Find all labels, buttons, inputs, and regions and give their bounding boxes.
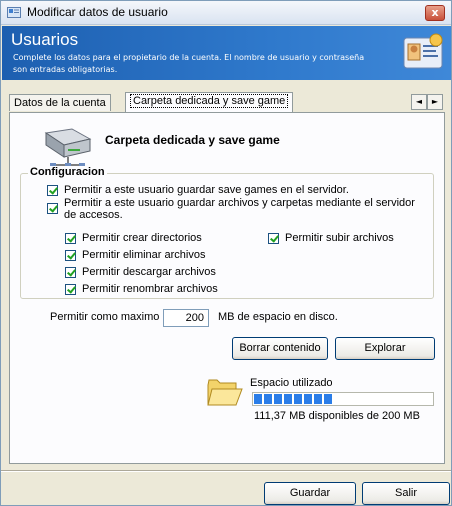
window-title: Modificar datos de usuario [27,5,168,19]
clear-content-button[interactable]: Borrar contenido [232,337,328,360]
title-bar: Modificar datos de usuario x [1,1,451,25]
checkbox-create-dirs-label: Permitir crear directorios [82,232,202,244]
tab-scroll-right-icon[interactable]: ► [427,94,443,110]
network-drive-icon [44,128,92,168]
dialog-window: Modificar datos de usuario x Usuarios Co… [0,0,452,506]
space-used-label: Espacio utilizado [250,377,333,389]
checkbox-save-games-label: Permitir a este usuario guardar save gam… [64,184,349,196]
checkbox-delete-files-label: Permitir eliminar archivos [82,249,206,261]
checkbox-upload-files-label: Permitir subir archivos [285,232,394,244]
checkbox-upload-files[interactable]: Permitir subir archivos [268,232,394,244]
checkbox-delete-files[interactable]: Permitir eliminar archivos [65,249,205,261]
checkbox-download-files[interactable]: Permitir descargar archivos [65,266,216,278]
checkbox-files-folders-label: Permitir a este usuario guardar archivos… [64,197,415,221]
space-usage-bar [252,392,434,406]
checkbox-download-files-label: Permitir descargar archivos [82,266,216,278]
checkbox-delete-files-box[interactable] [65,250,76,261]
tab-dedicated-folder[interactable]: Carpeta dedicada y save game [125,92,294,112]
checkbox-save-games[interactable]: Permitir a este usuario guardar save gam… [47,184,417,196]
save-button[interactable]: Guardar [264,482,356,505]
header-banner: Usuarios Complete los datos para el prop… [2,26,451,80]
folder-icon [207,379,243,406]
tab-account-data[interactable]: Datos de la cuenta [9,94,111,111]
window-app-icon [7,7,21,18]
panel-heading: Carpeta dedicada y save game [105,133,280,147]
space-usage-bar-fill [254,394,335,404]
footer-divider-highlight [1,471,451,472]
tab-scroll-arrows: ◄ ► [411,94,443,110]
checkbox-files-folders[interactable]: Permitir a este usuario guardar archivos… [47,197,427,221]
quota-input[interactable]: 200 [163,309,209,327]
checkbox-files-folders-box[interactable] [47,203,58,214]
config-group-label: Configuracion [28,166,107,178]
checkbox-create-dirs-box[interactable] [65,233,76,244]
space-available-text: 111,37 MB disponibles de 200 MB [254,410,420,422]
tab-strip: Datos de la cuenta Carpeta dedicada y sa… [9,92,449,112]
tab-dedicated-folder-label: Carpeta dedicada y save game [130,94,289,108]
header-description: Complete los datos para el propietario d… [13,53,365,74]
tab-panel: Carpeta dedicada y save game Configuraci… [9,112,445,464]
checkbox-rename-files-box[interactable] [65,284,76,295]
id-card-icon [403,33,443,69]
checkbox-create-dirs[interactable]: Permitir crear directorios [65,232,202,244]
quota-label: Permitir como maximo [50,311,160,323]
checkbox-rename-files[interactable]: Permitir renombrar archivos [65,283,218,295]
checkbox-upload-files-box[interactable] [268,233,279,244]
checkbox-download-files-box[interactable] [65,267,76,278]
header-title: Usuarios [11,30,79,49]
exit-button[interactable]: Salir [362,482,450,505]
checkbox-save-games-box[interactable] [47,185,58,196]
tab-scroll-left-icon[interactable]: ◄ [411,94,427,110]
quota-unit-label: MB de espacio en disco. [218,311,338,323]
explore-button[interactable]: Explorar [335,337,435,360]
close-button[interactable]: x [425,5,445,21]
checkbox-rename-files-label: Permitir renombrar archivos [82,283,218,295]
